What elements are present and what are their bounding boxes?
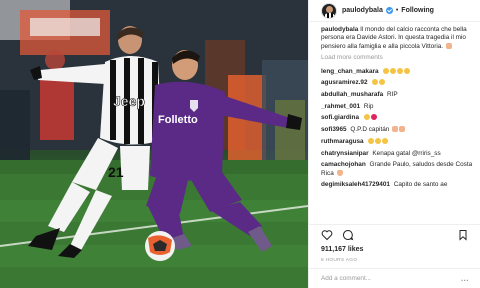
comment-username[interactable]: abdullah_musharafa (321, 91, 383, 98)
comment-bubble-icon[interactable] (342, 229, 354, 241)
more-options-icon[interactable]: ... (461, 274, 469, 283)
list-item: ruthmaragusa (321, 137, 477, 146)
comment-username[interactable]: sofi.giardina (321, 114, 359, 121)
thumbs-up-icon (336, 169, 343, 176)
comment-username[interactable]: ruthmaragusa (321, 138, 364, 145)
comment-text: Rip (363, 102, 374, 110)
praying-hands-icon (445, 42, 452, 49)
avatar[interactable] (321, 2, 337, 19)
add-comment-bar: Add a comment... ... (309, 268, 480, 288)
verified-badge-icon (385, 7, 393, 14)
comment-username[interactable]: degimiksaleh41729401 (321, 181, 390, 188)
list-item: _rahmet_001 Rip (321, 103, 477, 111)
post-caption: paulodybala Il mondo del calcio racconta… (321, 26, 477, 51)
post-photo[interactable]: Jeep 21 Folletto (0, 0, 308, 288)
list-item: agusramirez.92 (321, 79, 477, 87)
comments-list[interactable]: paulodybala Il mondo del calcio racconta… (321, 26, 477, 222)
post-side-panel: paulodybala • Following paulodybala Il m… (308, 0, 480, 288)
sad-face-icon (375, 137, 382, 144)
like-heart-icon[interactable] (321, 229, 333, 241)
comment-username[interactable]: sofi3965 (321, 126, 347, 133)
sad-face-icon (397, 67, 404, 74)
list-item: chatrynsianipar Kenapa gatal @rriris_ss (321, 150, 477, 158)
sad-face-icon (372, 79, 379, 86)
praying-hands-icon (392, 126, 399, 133)
comment-username[interactable]: _rahmet_001 (321, 103, 360, 110)
header-username[interactable]: paulodybala (342, 7, 383, 14)
sad-face-icon (382, 137, 389, 144)
load-more-comments-link[interactable]: Load more comments (321, 54, 477, 62)
sad-face-icon (379, 79, 386, 86)
heart-icon (370, 114, 377, 121)
header-separator: • (395, 7, 399, 14)
post-actions-bar (309, 224, 480, 244)
comment-text: Capito de santo ae (393, 181, 448, 189)
post-header: paulodybala • Following (309, 0, 480, 22)
sad-face-icon (368, 137, 375, 144)
praying-hands-icon (399, 126, 406, 133)
likes-count[interactable]: 911,167 likes (321, 246, 363, 253)
comment-username[interactable]: chatrynsianipar (321, 150, 369, 157)
comment-text: Q.P.D capitán (350, 126, 390, 134)
sad-face-icon (383, 67, 390, 74)
list-item: camachojohan Grande Paulo, saludos desde… (321, 161, 477, 178)
comment-username[interactable]: agusramirez.92 (321, 79, 368, 86)
list-item: leng_chan_makara (321, 67, 477, 76)
bookmark-icon[interactable] (457, 229, 469, 241)
sad-face-icon (363, 114, 370, 121)
jersey-sponsor-right: Folletto (158, 114, 198, 126)
comment-username[interactable]: leng_chan_makara (321, 68, 379, 75)
match-scene: Jeep 21 Folletto (0, 0, 308, 288)
list-item: degimiksaleh41729401 Capito de santo ae (321, 181, 477, 189)
comment-text: Kenapa gatal @rriris_ss (372, 149, 441, 157)
add-comment-input[interactable]: Add a comment... (321, 275, 461, 282)
football (145, 231, 175, 261)
sad-face-icon (404, 67, 411, 74)
list-item: abdullah_musharafa RIP (321, 91, 477, 99)
sad-face-icon (390, 67, 397, 74)
post-timestamp: 8 HOURS AGO (321, 258, 358, 263)
caption-username[interactable]: paulodybala (321, 26, 358, 33)
following-button[interactable]: Following (401, 7, 434, 14)
jersey-sponsor-left: Jeep (113, 93, 145, 109)
jersey-number-left: 21 (108, 164, 124, 180)
comment-username[interactable]: camachojohan (321, 161, 366, 168)
comment-text: RIP (386, 91, 398, 99)
list-item: sofi3965 Q.P.D capitán (321, 126, 477, 134)
list-item: sofi.giardina (321, 114, 477, 122)
